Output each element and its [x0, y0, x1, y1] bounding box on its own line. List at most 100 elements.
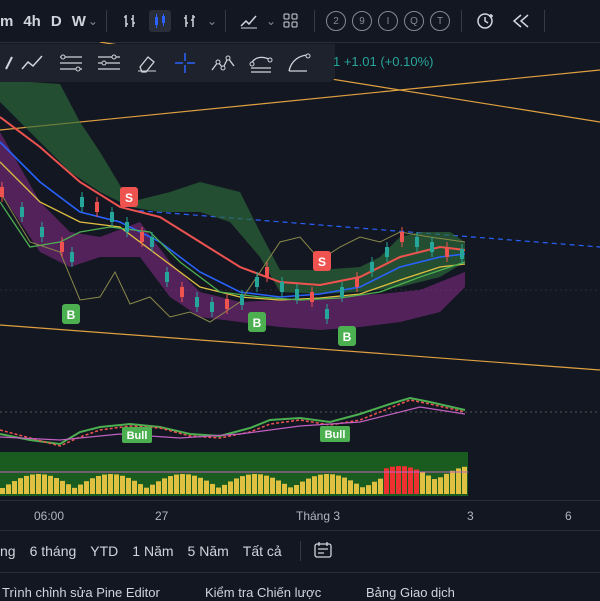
volume-bar — [402, 466, 407, 494]
volume-bar — [132, 480, 137, 494]
range-all-button[interactable]: Tất cả — [243, 543, 282, 559]
circle-2-icon[interactable]: 2 — [326, 11, 347, 31]
pitchfork-icon[interactable] — [57, 49, 85, 77]
volume-bar — [228, 481, 233, 494]
timeframe-minute-button[interactable]: m — [0, 13, 13, 30]
volume-bar — [240, 476, 245, 494]
volume-bar — [318, 474, 323, 494]
volume-bar — [396, 466, 401, 494]
chart-type-chevron-down-icon[interactable]: ⌄ — [207, 14, 217, 28]
candle-body — [0, 187, 4, 197]
candlestick-chart-icon[interactable] — [148, 10, 171, 32]
range-5-years-button[interactable]: 5 Năm — [188, 543, 229, 559]
circle-q-icon[interactable]: Q — [404, 11, 425, 31]
circle-9-icon[interactable]: 9 — [352, 11, 373, 31]
pattern-icon[interactable] — [209, 49, 237, 77]
volume-bar — [312, 476, 317, 494]
circle-i-icon[interactable]: I — [378, 11, 399, 31]
candle-body — [80, 197, 84, 207]
candle-body — [195, 297, 199, 307]
crosshair-icon[interactable] — [171, 49, 199, 77]
fib-channel-icon[interactable] — [95, 49, 123, 77]
range-ytd-button[interactable]: YTD — [90, 543, 118, 559]
candle-body — [225, 299, 229, 309]
volume-bar — [60, 480, 65, 494]
svg-text:B: B — [67, 308, 76, 322]
time-label: 3 — [467, 509, 474, 523]
volume-bar — [0, 488, 5, 494]
candle-body — [445, 247, 449, 257]
candle-body — [165, 272, 169, 282]
tab-strategy-tester[interactable]: Kiểm tra Chiến lược — [205, 585, 321, 600]
volume-bar — [306, 478, 311, 494]
price-change-label: 1 +1.01 (+0.10%) — [333, 54, 434, 69]
svg-text:Bull: Bull — [325, 429, 346, 441]
volume-bar — [360, 487, 365, 494]
volume-bar — [168, 476, 173, 494]
sell-signal-1: S — [120, 187, 138, 207]
timeframe-chevron-down-icon[interactable]: ⌄ — [88, 14, 98, 28]
divider — [461, 10, 463, 32]
timeframe-w-button[interactable]: W — [72, 13, 86, 30]
volume-bar — [324, 474, 329, 494]
indicators-icon[interactable] — [238, 10, 260, 32]
circle-t-icon[interactable]: T — [430, 11, 451, 31]
candle-body — [370, 262, 374, 272]
candle-body — [415, 237, 419, 247]
candle-body — [385, 247, 389, 257]
range-6-months-button[interactable]: 6 tháng — [30, 543, 77, 559]
bar-chart-icon[interactable] — [119, 10, 141, 32]
eraser-icon[interactable] — [133, 49, 161, 77]
volume-bar — [222, 484, 227, 494]
brush-curve-icon[interactable] — [285, 49, 313, 77]
candle-body — [210, 302, 214, 312]
ohlc-bars-icon[interactable] — [179, 10, 201, 32]
divider — [544, 10, 546, 32]
timeframe-d-button[interactable]: D — [51, 13, 62, 30]
goto-date-icon[interactable] — [313, 541, 333, 562]
sell-signal-2: S — [313, 251, 331, 271]
alert-clock-icon[interactable] — [474, 10, 496, 32]
volume-bar — [78, 484, 83, 494]
volume-bar — [204, 480, 209, 494]
volume-bar — [114, 474, 119, 494]
tab-trading-panel[interactable]: Bảng Giao dịch — [366, 585, 455, 600]
volume-bar — [12, 481, 17, 494]
candle-body — [430, 242, 434, 252]
bull-label-1: Bull — [122, 427, 152, 443]
price-chart[interactable]: S S B B B Bull Bull — [0, 42, 600, 500]
svg-text:S: S — [318, 255, 326, 269]
volume-bar — [420, 472, 425, 494]
indicators-chevron-down-icon[interactable]: ⌄ — [266, 14, 276, 28]
volume-bar — [378, 478, 383, 494]
volume-bar — [30, 474, 35, 494]
brush-icon[interactable] — [4, 49, 14, 77]
volume-bar — [108, 474, 113, 494]
trend-angle-icon[interactable] — [19, 49, 47, 77]
candle-body — [40, 227, 44, 237]
replay-rewind-icon[interactable] — [510, 10, 532, 32]
timeframe-4h-button[interactable]: 4h — [23, 13, 41, 30]
volume-bar — [90, 478, 95, 494]
range-bar: ng 6 tháng YTD 1 Năm 5 Năm Tất cả — [0, 530, 600, 571]
time-label: 6 — [565, 509, 572, 523]
time-label: 06:00 — [34, 509, 65, 523]
buy-signal-2: B — [248, 312, 266, 332]
volume-bar — [150, 484, 155, 494]
buy-signal-3: B — [338, 326, 356, 346]
forecast-icon[interactable] — [247, 49, 275, 77]
volume-bar — [72, 487, 77, 494]
volume-bar — [264, 475, 269, 494]
volume-bar — [54, 478, 59, 494]
volume-bar — [156, 481, 161, 494]
volume-bar — [192, 475, 197, 494]
candle-body — [295, 289, 299, 299]
tab-pine-editor[interactable]: Trình chỉnh sửa Pine Editor — [2, 585, 160, 600]
range-partial-button[interactable]: ng — [0, 543, 16, 559]
volume-bar — [300, 481, 305, 494]
range-1-year-button[interactable]: 1 Năm — [132, 543, 173, 559]
candle-body — [325, 309, 329, 319]
templates-grid-icon[interactable] — [280, 10, 302, 32]
time-axis[interactable]: 06:00 27 Tháng 3 3 6 — [0, 500, 600, 529]
volume-bar — [282, 483, 287, 494]
